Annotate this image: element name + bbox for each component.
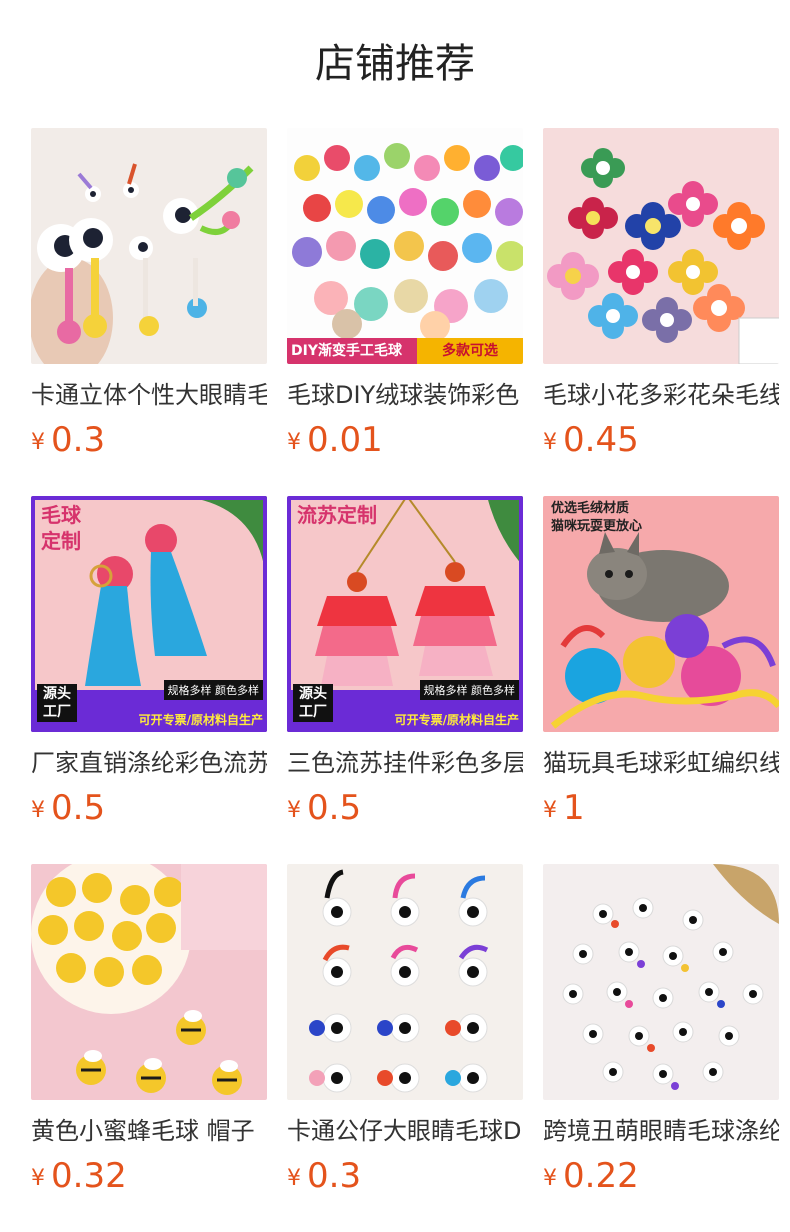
product-card-8[interactable]: 卡通公仔大眼睛毛球DIY ¥0.3 [287, 864, 523, 1196]
product-name[interactable]: 黄色小蜜蜂毛球 帽子 [31, 1114, 267, 1148]
product-name[interactable]: 猫玩具毛球彩虹编织线 [543, 746, 779, 780]
product-price: ¥1 [543, 788, 779, 828]
product-image[interactable] [543, 128, 779, 364]
product-image[interactable] [287, 864, 523, 1100]
currency-symbol: ¥ [543, 1166, 557, 1191]
price-value: 0.3 [51, 420, 106, 460]
currency-symbol: ¥ [543, 430, 557, 455]
price-value: 0.32 [51, 1156, 127, 1196]
price-value: 0.5 [307, 788, 362, 828]
price-value: 0.45 [563, 420, 639, 460]
product-card-5[interactable]: 流苏定制 源头 工厂 规格多样 颜色多样 可开专票/原材料自生产 三色流苏挂件彩… [287, 496, 523, 828]
product-name[interactable]: 卡通立体个性大眼睛毛 [31, 378, 267, 412]
product-image[interactable]: 毛球 定制 源头 工厂 规格多样 颜色多样 可开专票/原材料自生产 [31, 496, 267, 732]
product-image[interactable] [31, 128, 267, 364]
page-title: 店铺推荐 [315, 41, 475, 87]
product-name[interactable]: 跨境丑萌眼睛毛球涤纶 [543, 1114, 779, 1148]
product-name[interactable]: 卡通公仔大眼睛毛球DIY [287, 1114, 523, 1148]
price-value: 1 [563, 788, 585, 828]
product-image[interactable]: DIY渐变手工毛球 多款可选 [287, 128, 523, 364]
overlay-prod: 可开专票/原材料自生产 [138, 713, 263, 727]
product-price: ¥0.22 [543, 1156, 779, 1196]
overlay-spec: 规格多样 颜色多样 [419, 680, 519, 700]
product-card-3[interactable]: 毛球小花多彩花朵毛线 ¥0.45 [543, 128, 779, 460]
price-value: 0.01 [307, 420, 383, 460]
image-banner: DIY渐变手工毛球 多款可选 [287, 338, 523, 364]
image-stripe: 源头 工厂 规格多样 颜色多样 可开专票/原材料自生产 [31, 680, 267, 732]
overlay-prod: 可开专票/原材料自生产 [394, 713, 519, 727]
product-image[interactable]: 优选毛绒材质 猫咪玩耍更放心 [543, 496, 779, 732]
product-price: ¥0.45 [543, 420, 779, 460]
currency-symbol: ¥ [31, 798, 45, 823]
overlay-source: 源头 工厂 [293, 684, 333, 722]
product-name[interactable]: 厂家直销涤纶彩色流苏 [31, 746, 267, 780]
banner-left-text: DIY渐变手工毛球 [287, 338, 421, 364]
product-price: ¥0.5 [31, 788, 267, 828]
product-name[interactable]: 三色流苏挂件彩色多层 [287, 746, 523, 780]
currency-symbol: ¥ [287, 430, 301, 455]
product-image[interactable]: 流苏定制 源头 工厂 规格多样 颜色多样 可开专票/原材料自生产 [287, 496, 523, 732]
product-price: ¥0.01 [287, 420, 523, 460]
currency-symbol: ¥ [543, 798, 557, 823]
product-image[interactable] [543, 864, 779, 1100]
currency-symbol: ¥ [287, 798, 301, 823]
product-price: ¥0.3 [287, 1156, 523, 1196]
currency-symbol: ¥ [31, 1166, 45, 1191]
overlay-spec: 规格多样 颜色多样 [163, 680, 263, 700]
overlay-title: 优选毛绒材质 猫咪玩耍更放心 [551, 501, 643, 534]
product-name[interactable]: 毛球小花多彩花朵毛线 [543, 378, 779, 412]
banner-right-text: 多款可选 [417, 338, 523, 364]
product-card-4[interactable]: 毛球 定制 源头 工厂 规格多样 颜色多样 可开专票/原材料自生产 厂家直销涤纶… [31, 496, 267, 828]
price-value: 0.22 [563, 1156, 639, 1196]
price-value: 0.3 [307, 1156, 362, 1196]
currency-symbol: ¥ [287, 1166, 301, 1191]
product-price: ¥0.5 [287, 788, 523, 828]
product-card-1[interactable]: 卡通立体个性大眼睛毛 ¥0.3 [31, 128, 267, 460]
product-image[interactable] [31, 864, 267, 1100]
product-card-6[interactable]: 优选毛绒材质 猫咪玩耍更放心 猫玩具毛球彩虹编织线 ¥1 [543, 496, 779, 828]
product-card-7[interactable]: 黄色小蜜蜂毛球 帽子 ¥0.32 [31, 864, 267, 1196]
product-card-9[interactable]: 跨境丑萌眼睛毛球涤纶 ¥0.22 [543, 864, 779, 1196]
image-stripe: 源头 工厂 规格多样 颜色多样 可开专票/原材料自生产 [287, 680, 523, 732]
product-price: ¥0.32 [31, 1156, 267, 1196]
overlay-source: 源头 工厂 [37, 684, 77, 722]
currency-symbol: ¥ [31, 430, 45, 455]
product-price: ¥0.3 [31, 420, 267, 460]
price-value: 0.5 [51, 788, 106, 828]
product-name[interactable]: 毛球DIY绒球装饰彩色 [287, 378, 523, 412]
product-card-2[interactable]: DIY渐变手工毛球 多款可选 毛球DIY绒球装饰彩色 ¥0.01 [287, 128, 523, 460]
